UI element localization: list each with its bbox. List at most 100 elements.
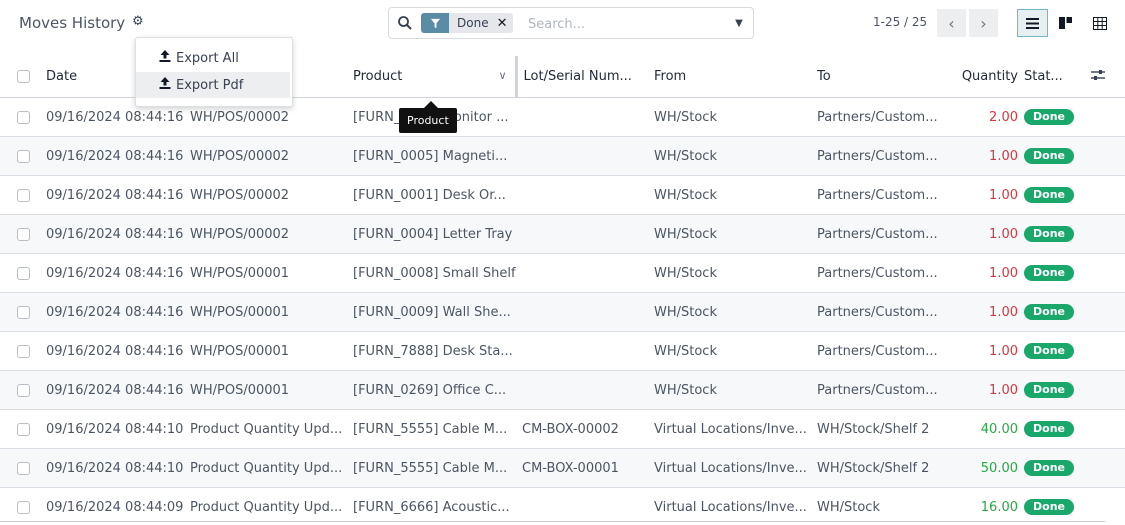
row-checkbox[interactable]: [17, 266, 30, 280]
cell-date: 09/16/2024 08:44:16: [46, 292, 190, 332]
column-header-lot[interactable]: Lot/Serial Num...: [516, 56, 654, 98]
cell-spacer: [1091, 253, 1125, 293]
row-select-cell[interactable]: [0, 370, 46, 410]
row-select-cell[interactable]: [0, 253, 46, 293]
cell-lot-serial: [516, 370, 654, 410]
row-checkbox[interactable]: [17, 188, 30, 202]
cell-from: WH/Stock: [654, 253, 817, 293]
filter-icon: [421, 13, 449, 33]
table-row[interactable]: 09/16/2024 08:44:16 WH/POS/00001 [FURN_026…: [0, 370, 1125, 410]
table-row[interactable]: 09/16/2024 08:44:16 WH/POS/00001 [FURN_788…: [0, 331, 1125, 371]
cell-to: Partners/Custom...: [817, 292, 956, 332]
cell-product: [FURN_0001] Desk Or...: [353, 175, 516, 215]
row-select-cell[interactable]: [0, 331, 46, 371]
gear-icon[interactable]: ⚙: [132, 14, 144, 29]
pager-next-button[interactable]: ›: [969, 9, 998, 37]
cell-from: WH/Stock: [654, 370, 817, 410]
column-header-status[interactable]: Stat...: [1024, 56, 1091, 98]
row-checkbox[interactable]: [17, 344, 30, 358]
status-badge: Done: [1024, 382, 1074, 398]
table-row[interactable]: 09/16/2024 08:44:16 WH/POS/00001 [FURN_000…: [0, 253, 1125, 293]
cell-lot-serial: CM-BOX-00002: [516, 409, 654, 449]
cell-product: [FURN_0005] Magneti...: [353, 136, 516, 176]
list-icon: [1026, 17, 1039, 29]
list-view: Date Reference Product∨ Lot/Serial Num..…: [0, 56, 1125, 525]
upload-icon: [159, 77, 171, 93]
cell-from: WH/Stock: [654, 97, 817, 137]
cell-to: Partners/Custom...: [817, 331, 956, 371]
cell-quantity: 1.00: [956, 214, 1024, 254]
row-checkbox[interactable]: [17, 149, 30, 163]
row-checkbox[interactable]: [17, 227, 30, 241]
row-select-cell[interactable]: [0, 487, 46, 525]
table-row[interactable]: 09/16/2024 08:44:16 WH/POS/00002 [FURN_000…: [0, 175, 1125, 215]
table-row[interactable]: 09/16/2024 08:44:10 Product Quantity Upd.…: [0, 448, 1125, 488]
cell-status: Done: [1024, 487, 1091, 525]
column-header-to[interactable]: To: [817, 56, 956, 98]
cell-reference: Product Quantity Upd...: [190, 409, 353, 449]
row-select-cell[interactable]: [0, 292, 46, 332]
row-checkbox[interactable]: [17, 422, 30, 436]
search-icon[interactable]: [397, 15, 413, 31]
cell-quantity: 1.00: [956, 292, 1024, 332]
cell-date: 09/16/2024 08:44:16: [46, 331, 190, 371]
cell-date: 09/16/2024 08:44:09: [46, 487, 190, 525]
cell-date: 09/16/2024 08:44:16: [46, 175, 190, 215]
cell-from: Virtual Locations/Inve...: [654, 409, 817, 449]
kanban-view-button[interactable]: [1050, 9, 1081, 37]
select-all-checkbox[interactable]: [17, 70, 30, 83]
pager-value[interactable]: 1-25 / 25: [873, 15, 927, 29]
row-checkbox[interactable]: [17, 305, 30, 319]
cell-quantity: 16.00: [956, 487, 1024, 525]
table-row[interactable]: 09/16/2024 08:44:16 WH/POS/00002 [FURN_000…: [0, 214, 1125, 254]
pager-previous-button[interactable]: ‹: [937, 9, 966, 37]
row-select-cell[interactable]: [0, 97, 46, 137]
status-badge: Done: [1024, 148, 1074, 164]
cell-quantity: 50.00: [956, 448, 1024, 488]
row-select-cell[interactable]: [0, 214, 46, 254]
row-select-cell[interactable]: [0, 136, 46, 176]
table-row[interactable]: 09/16/2024 08:44:16 WH/POS/00001 [FURN_000…: [0, 292, 1125, 332]
table-row[interactable]: 09/16/2024 08:44:10 Product Quantity Upd.…: [0, 409, 1125, 449]
table-row[interactable]: 09/16/2024 08:44:16 WH/POS/00002 [FURN_000…: [0, 136, 1125, 176]
cell-quantity: 1.00: [956, 370, 1024, 410]
cell-quantity: 1.00: [956, 175, 1024, 215]
cell-spacer: [1091, 331, 1125, 371]
list-view-button[interactable]: [1017, 9, 1048, 37]
cell-lot-serial: [516, 331, 654, 371]
status-badge: Done: [1024, 226, 1074, 242]
select-all-cell[interactable]: [0, 56, 46, 98]
table-row[interactable]: 09/16/2024 08:44:09 Product Quantity Upd.…: [0, 487, 1125, 525]
remove-facet-icon[interactable]: ✕: [497, 16, 508, 31]
column-header-product[interactable]: Product ∨: [353, 56, 518, 98]
row-checkbox[interactable]: [17, 110, 30, 124]
cell-quantity: 1.00: [956, 331, 1024, 371]
cell-reference: WH/POS/00002: [190, 136, 353, 176]
table-grid-icon: [1092, 16, 1107, 30]
search-options-toggle[interactable]: ▼: [725, 8, 753, 38]
pivot-view-button[interactable]: [1084, 9, 1115, 37]
status-badge: Done: [1024, 109, 1074, 125]
column-header-from[interactable]: From: [654, 56, 817, 98]
export-all-menu-item[interactable]: Export All: [136, 45, 290, 71]
cell-spacer: [1091, 409, 1125, 449]
status-badge: Done: [1024, 460, 1074, 476]
column-header-quantity[interactable]: Quantity: [956, 56, 1024, 98]
cell-spacer: [1091, 370, 1125, 410]
search-input[interactable]: [526, 12, 720, 36]
row-select-cell[interactable]: [0, 409, 46, 449]
cell-status: Done: [1024, 370, 1091, 410]
cell-quantity: 2.00: [956, 97, 1024, 137]
row-select-cell[interactable]: [0, 175, 46, 215]
search-bar[interactable]: Done ✕ ▼: [388, 7, 754, 39]
row-checkbox[interactable]: [17, 500, 30, 514]
export-pdf-menu-item[interactable]: Export Pdf: [136, 72, 290, 98]
cell-spacer: [1091, 97, 1125, 137]
row-checkbox[interactable]: [17, 461, 30, 475]
cell-date: 09/16/2024 08:44:16: [46, 214, 190, 254]
filter-facet[interactable]: Done ✕: [421, 13, 514, 33]
row-checkbox[interactable]: [17, 383, 30, 397]
row-select-cell[interactable]: [0, 448, 46, 488]
cell-to: WH/Stock/Shelf 2: [817, 448, 956, 488]
optional-columns-toggle[interactable]: [1091, 56, 1125, 98]
